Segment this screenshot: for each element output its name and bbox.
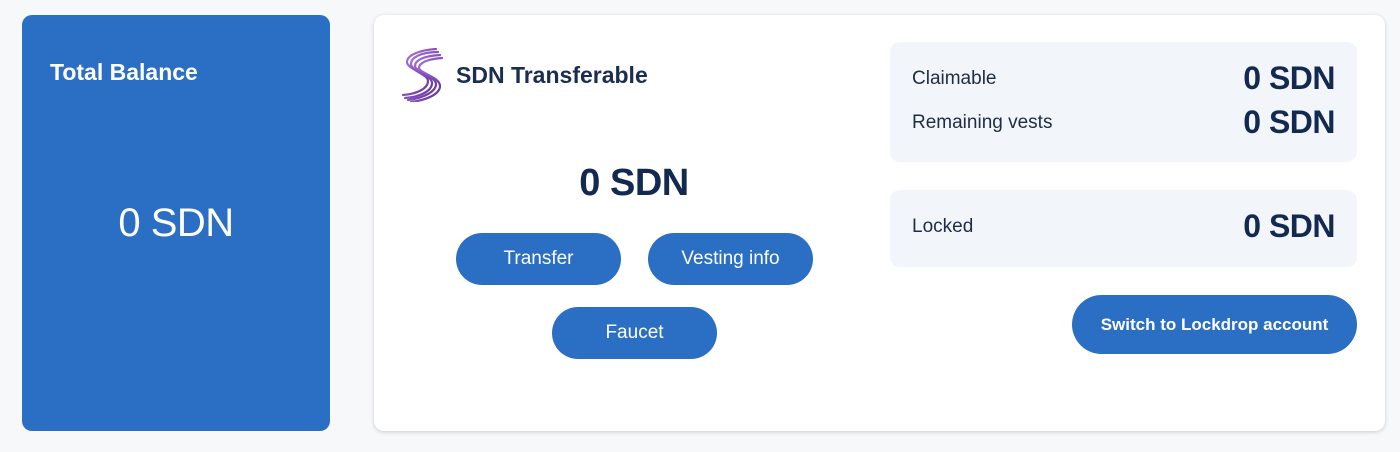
claimable-row: Claimable 0 SDN	[912, 60, 1335, 97]
locked-label: Locked	[912, 215, 974, 237]
vesting-info-button[interactable]: Vesting info	[648, 233, 813, 285]
locked-value: 0 SDN	[1243, 208, 1335, 244]
transferable-title: SDN Transferable	[456, 61, 648, 88]
transfer-button[interactable]: Transfer	[456, 233, 621, 285]
transferable-card: SDN Transferable 0 SDN Transfer Vesting …	[374, 15, 1385, 431]
transferable-amount: 0 SDN	[579, 162, 689, 204]
total-balance-card: Total Balance 0 SDN	[22, 15, 330, 431]
locked-summary-box: Locked 0 SDN	[890, 190, 1357, 267]
total-balance-amount: 0 SDN	[118, 201, 234, 245]
locked-row: Locked 0 SDN	[912, 208, 1335, 245]
brand-header: SDN Transferable	[402, 48, 648, 102]
remaining-vests-row: Remaining vests 0 SDN	[912, 104, 1335, 141]
vesting-summary-box: Claimable 0 SDN Remaining vests 0 SDN	[890, 42, 1357, 162]
claimable-label: Claimable	[912, 67, 997, 89]
total-balance-title: Total Balance	[50, 59, 198, 85]
claimable-value: 0 SDN	[1243, 60, 1335, 96]
faucet-button[interactable]: Faucet	[552, 307, 717, 359]
remaining-vests-label: Remaining vests	[912, 111, 1053, 133]
switch-lockdrop-account-button[interactable]: Switch to Lockdrop account	[1072, 295, 1357, 354]
shiden-logo-icon	[402, 48, 444, 102]
remaining-vests-value: 0 SDN	[1243, 104, 1335, 140]
